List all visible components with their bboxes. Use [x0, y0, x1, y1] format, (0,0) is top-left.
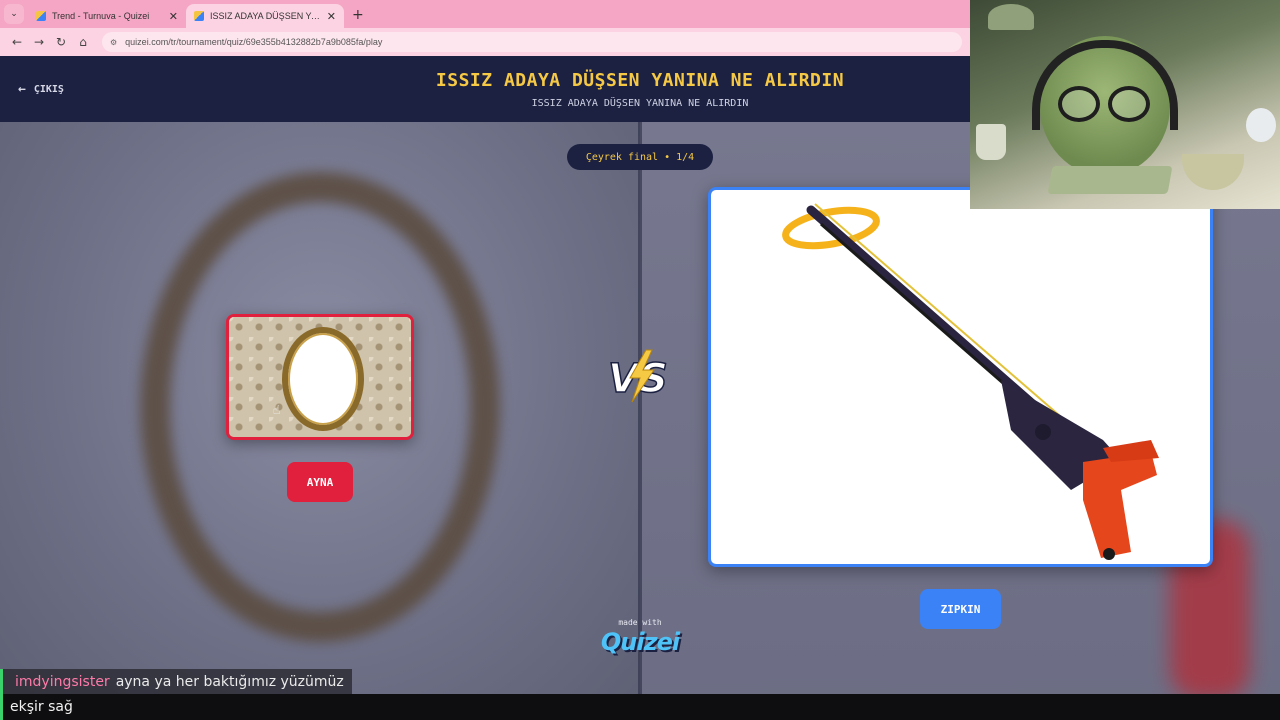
hand-cursor-icon: ☝ — [273, 403, 281, 417]
browser-tab-trend[interactable]: Trend - Turnuva - Quizei ✕ — [28, 4, 186, 28]
page-title: ISSIZ ADAYA DÜŞSEN YANINA NE ALIRDIN — [435, 70, 845, 91]
chat-message: ekşir sağ — [0, 694, 1280, 720]
url-input[interactable]: ⚙ quizei.com/tr/tournament/quiz/69e355b4… — [102, 32, 962, 52]
chat-text: ayna ya her baktığımız yüzümüz — [115, 673, 344, 690]
home-icon[interactable]: ⌂ — [72, 35, 94, 49]
desk-lamp — [988, 4, 1034, 30]
tab-close-icon[interactable]: ✕ — [169, 10, 178, 23]
option-left-button[interactable]: AYNA — [287, 462, 353, 502]
new-tab-icon[interactable]: + — [352, 7, 364, 23]
speargun-image — [782, 203, 1159, 560]
glasses-left-lens — [1058, 86, 1100, 122]
option-left-image-card[interactable]: ☝ — [226, 314, 414, 440]
stream-chat-overlay: imdyingsister ayna ya her baktığımız yüz… — [0, 669, 1280, 720]
chat-username: imdyingsister — [15, 673, 110, 690]
arrow-left-icon: ← — [18, 82, 26, 97]
chat-message: imdyingsister ayna ya her baktığımız yüz… — [0, 669, 352, 694]
glasses-right-lens — [1108, 86, 1150, 122]
url-text: quizei.com/tr/tournament/quiz/69e355b413… — [125, 37, 383, 47]
exit-label: ÇIKIŞ — [33, 84, 64, 95]
keyboard — [1047, 166, 1173, 194]
quizei-favicon-icon — [36, 11, 46, 21]
mirror-image — [282, 327, 364, 431]
svg-text:VS: VS — [608, 356, 668, 402]
back-icon[interactable]: ← — [6, 35, 28, 49]
quizei-logo[interactable]: Quizei — [590, 628, 690, 656]
headset — [1032, 40, 1178, 130]
tab-title: Trend - Turnuva - Quizei — [52, 11, 150, 21]
round-badge: Çeyrek final • 1/4 — [567, 144, 713, 170]
browser-tab-quiz[interactable]: ISSIZ ADAYA DÜŞSEN YANINA NE ALIRDIN ✕ — [186, 4, 344, 28]
tab-close-icon[interactable]: ✕ — [327, 10, 336, 23]
site-info-icon[interactable]: ⚙ — [110, 38, 117, 47]
forward-icon[interactable]: → — [28, 35, 50, 49]
tab-title: ISSIZ ADAYA DÜŞSEN YANINA NE ALIRDIN — [210, 11, 323, 21]
made-with-label: made with — [618, 618, 662, 627]
quizei-favicon-icon — [194, 11, 204, 21]
page-subtitle: ISSIZ ADAYA DÜŞSEN YANINA NE ALIRDIN — [531, 98, 749, 109]
coffee-mug — [976, 124, 1006, 160]
bowl — [1182, 154, 1244, 190]
vs-lightning-icon: VS — [607, 349, 669, 403]
reload-icon[interactable]: ↻ — [50, 35, 72, 49]
option-right-image-card[interactable] — [708, 187, 1213, 567]
match-stage: Çeyrek final • 1/4 ☝ AYNA VS ZIPKIN made… — [0, 122, 1280, 720]
chat-text: ekşir sağ — [10, 699, 73, 715]
alien-figurine — [1246, 108, 1276, 142]
tab-search-chevron-icon[interactable]: ⌄ — [4, 4, 24, 24]
webcam-overlay — [970, 0, 1280, 209]
exit-button[interactable]: ← ÇIKIŞ — [18, 82, 64, 97]
option-right-button[interactable]: ZIPKIN — [920, 589, 1001, 629]
